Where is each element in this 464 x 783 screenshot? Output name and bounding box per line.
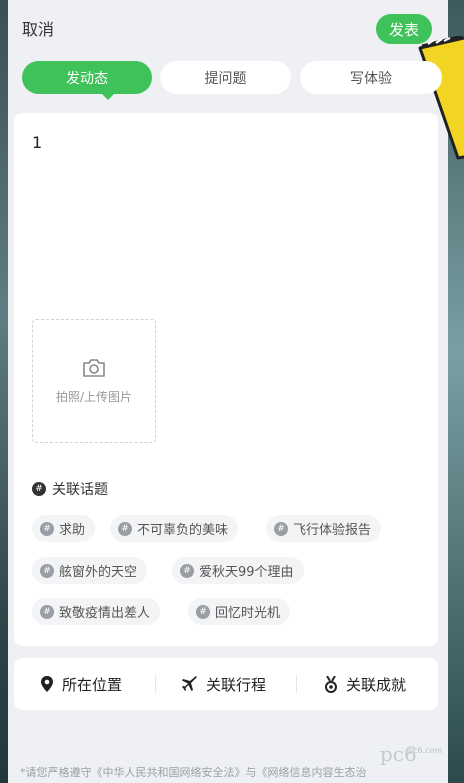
link-itinerary-button[interactable]: 关联行程: [182, 658, 266, 710]
compose-card: 1 拍照/上传图片 # 关联话题 # 求助 # 不可辜负的美味 # 飞行体验报告…: [14, 113, 438, 646]
topic-hash-icon: #: [40, 521, 54, 536]
bottom-action-bar: 所在位置 关联行程 关联成就: [14, 658, 438, 710]
topics-heading-label: 关联话题: [52, 482, 108, 498]
watermark-sub: pc6.com: [408, 746, 443, 755]
topics-heading: # 关联话题: [32, 479, 108, 499]
legal-notice: *请您严格遵守《中华人民共和国网络安全法》与《网络信息内容生态治: [20, 766, 367, 779]
topic-chip[interactable]: # 求助: [32, 515, 96, 542]
upload-photo-button[interactable]: 拍照/上传图片: [32, 319, 156, 443]
location-label: 所在位置: [62, 675, 123, 694]
background-edge-left: [0, 0, 8, 783]
tab-bar: 发动态 提问题 写体验: [22, 61, 442, 100]
topic-chip-label: 致敬疫情出差人: [59, 606, 151, 621]
topic-chip-label: 不可辜负的美味: [137, 523, 229, 538]
topic-chip[interactable]: # 爱秋天99个理由: [172, 557, 304, 584]
topic-chip-label: 爱秋天99个理由: [199, 565, 294, 580]
topic-chip-label: 舷窗外的天空: [59, 565, 138, 580]
topic-hash-icon: #: [32, 482, 46, 496]
topic-chip-label: 飞行体验报告: [293, 523, 372, 538]
tab-ask-question[interactable]: 提问题: [160, 61, 291, 94]
topic-hash-icon: #: [118, 521, 132, 536]
link-achievement-button[interactable]: 关联成就: [324, 658, 406, 710]
itinerary-label: 关联行程: [206, 675, 267, 694]
topic-chip[interactable]: # 飞行体验报告: [266, 515, 382, 542]
upload-label: 拍照/上传图片: [55, 389, 133, 404]
topic-chip[interactable]: # 舷窗外的天空: [32, 557, 148, 584]
topic-hash-icon: #: [180, 563, 194, 578]
divider: [296, 675, 297, 693]
camera-icon: [83, 358, 105, 377]
topic-hash-icon: #: [40, 563, 54, 578]
topic-chip-label: 求助: [59, 523, 86, 538]
cancel-button[interactable]: 取消: [22, 16, 54, 40]
screen: 取消 发表 发动态 提问题 写体验 1 拍照/上传图片 # 关联话题 # 求助: [0, 0, 464, 783]
topic-hash-icon: #: [196, 604, 210, 619]
location-pin-icon: [41, 676, 53, 692]
achievement-label: 关联成就: [346, 675, 407, 694]
airplane-icon: [182, 676, 197, 691]
active-tab-indicator: [102, 94, 114, 100]
topic-chip-label: 回忆时光机: [215, 606, 281, 621]
tab-write-experience[interactable]: 写体验: [300, 61, 442, 94]
location-button[interactable]: 所在位置: [40, 658, 122, 710]
topic-hash-icon: #: [40, 604, 54, 619]
topic-chip[interactable]: # 不可辜负的美味: [110, 515, 239, 542]
tab-post-update[interactable]: 发动态: [22, 61, 152, 94]
topic-chip[interactable]: # 致敬疫情出差人: [32, 598, 161, 625]
topic-hash-icon: #: [274, 521, 288, 536]
medal-icon: [325, 675, 337, 693]
post-text-input[interactable]: 1: [32, 133, 42, 152]
topic-chip[interactable]: # 回忆时光机: [188, 598, 291, 625]
divider: [155, 675, 156, 693]
